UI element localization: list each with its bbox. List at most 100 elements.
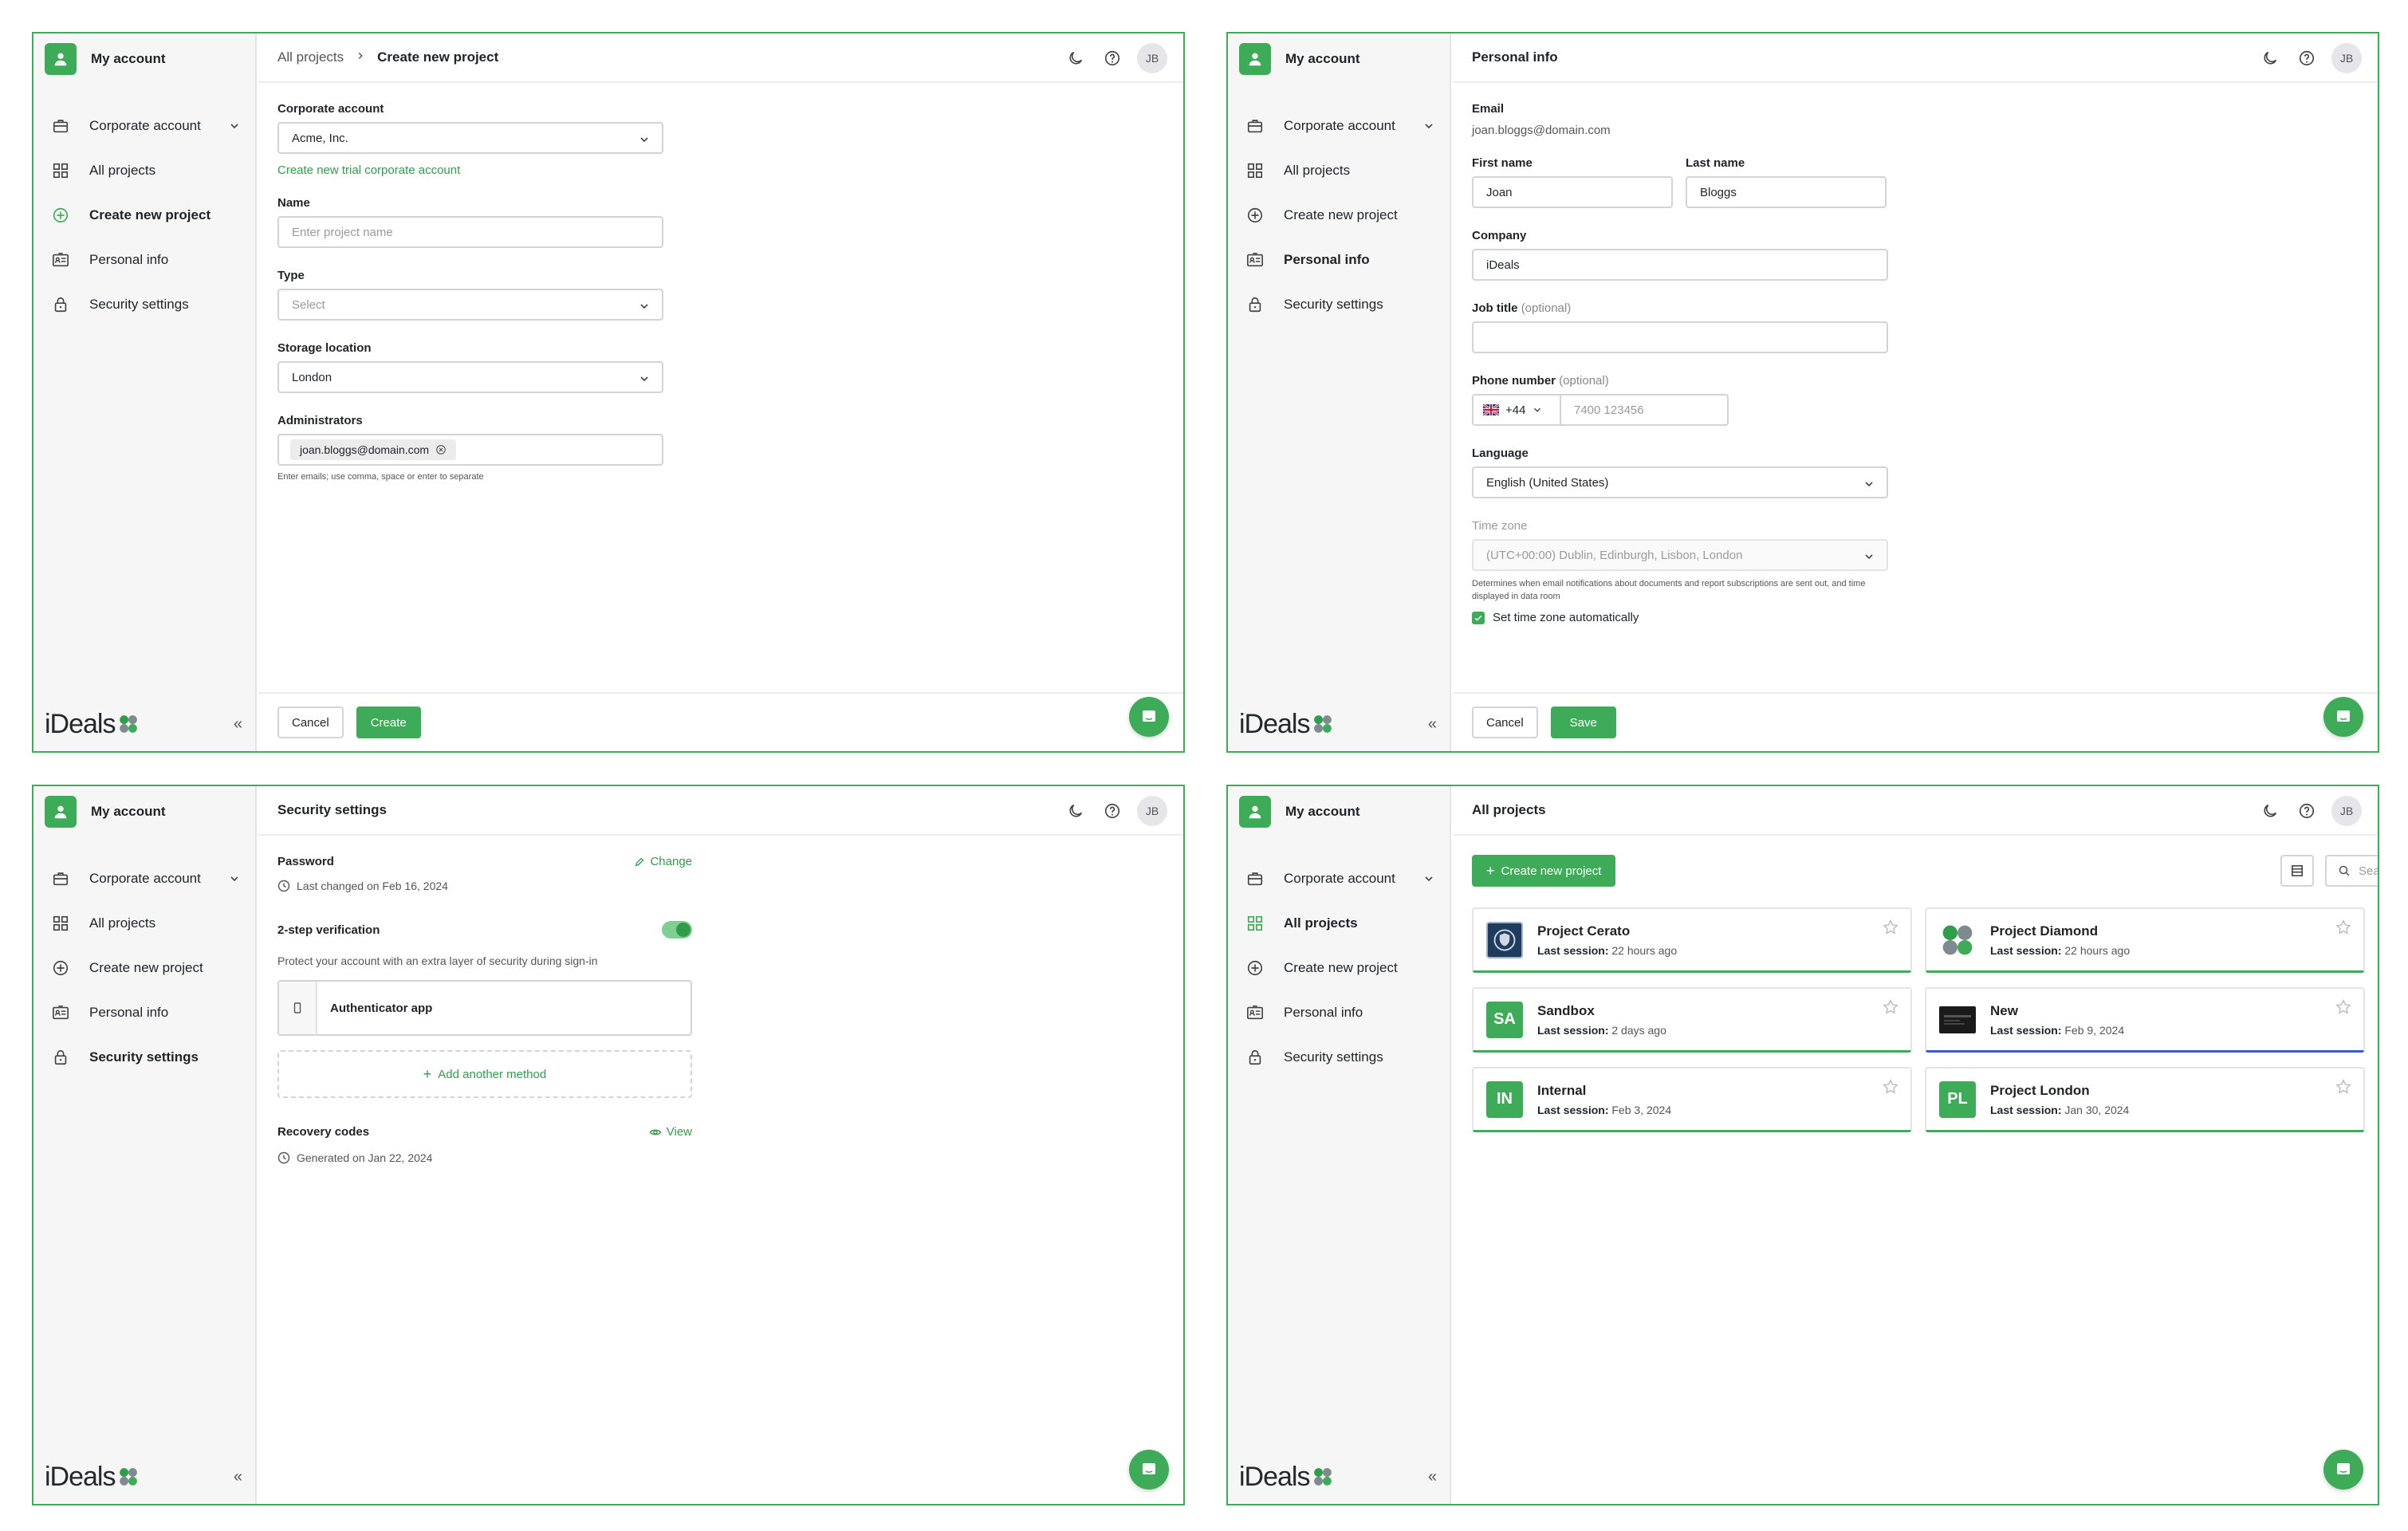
sidebar-item-all-projects[interactable]: All projects xyxy=(33,148,255,193)
sidebar-item-all-projects[interactable]: All projects xyxy=(1228,901,1450,946)
chat-button[interactable] xyxy=(2323,697,2363,737)
favorite-star-icon[interactable] xyxy=(2335,998,2352,1020)
project-card[interactable]: IN Internal Last session: Feb 3, 2024 xyxy=(1472,1067,1912,1132)
sidebar-item-label: Security settings xyxy=(89,297,189,312)
create-new-project-button[interactable]: + Create new project xyxy=(1472,855,1616,887)
chevron-down-icon[interactable] xyxy=(228,872,241,889)
create-trial-account-link[interactable]: Create new trial corporate account xyxy=(277,163,663,177)
chevron-down-icon[interactable] xyxy=(1422,120,1435,136)
grid-icon xyxy=(51,914,70,933)
chevron-down-icon[interactable] xyxy=(228,120,241,136)
dark-mode-moon-icon[interactable] xyxy=(1064,799,1088,823)
sidebar-title: My account xyxy=(1285,51,1360,66)
help-icon[interactable] xyxy=(1100,46,1124,70)
first-name-input[interactable]: Joan xyxy=(1472,176,1673,208)
project-card[interactable]: Project Diamond Last session: 22 hours ag… xyxy=(1925,907,2365,973)
storage-location-select[interactable]: London xyxy=(277,361,663,393)
sidebar-item-corporate-account[interactable]: Corporate account xyxy=(33,104,255,148)
dark-mode-moon-icon[interactable] xyxy=(1064,46,1088,70)
view-recovery-link[interactable]: View xyxy=(649,1125,692,1139)
dark-mode-moon-icon[interactable] xyxy=(2258,46,2282,70)
collapse-sidebar-button[interactable]: « xyxy=(1428,1468,1437,1486)
password-changed: Last changed on Feb 16, 2024 xyxy=(277,880,692,892)
page-title: Create new project xyxy=(377,49,499,65)
add-method-button[interactable]: + Add another method xyxy=(277,1050,692,1098)
cancel-button[interactable]: Cancel xyxy=(277,706,344,738)
save-button[interactable]: Save xyxy=(1550,706,1616,738)
favorite-star-icon[interactable] xyxy=(2335,1078,2352,1100)
collapse-sidebar-button[interactable]: « xyxy=(1428,715,1437,734)
help-icon[interactable] xyxy=(1100,799,1124,823)
project-info: Project London Last session: Jan 30, 2024 xyxy=(1990,1083,2129,1116)
sidebar-item-security-settings[interactable]: Security settings xyxy=(1228,1035,1450,1080)
sidebar-item-create-new-project[interactable]: Create new project xyxy=(33,946,255,990)
project-card[interactable]: SA Sandbox Last session: 2 days ago xyxy=(1472,987,1912,1053)
help-icon[interactable] xyxy=(2295,799,2319,823)
dark-mode-moon-icon[interactable] xyxy=(2258,799,2282,823)
id-card-icon xyxy=(51,1003,70,1022)
help-icon[interactable] xyxy=(2295,46,2319,70)
country-code-select[interactable]: +44 xyxy=(1472,394,1561,426)
topbar: All projects JB xyxy=(1453,786,2378,836)
company-input[interactable]: iDeals xyxy=(1472,249,1888,281)
sidebar-item-corporate-account[interactable]: Corporate account xyxy=(1228,856,1450,901)
sidebar-item-personal-info[interactable]: Personal info xyxy=(1228,990,1450,1035)
change-password-link[interactable]: Change xyxy=(634,855,692,868)
two-step-toggle[interactable] xyxy=(662,921,692,939)
project-card[interactable]: PL Project London Last session: Jan 30, 2… xyxy=(1925,1067,2365,1132)
favorite-star-icon[interactable] xyxy=(1882,998,1899,1020)
sidebar-item-security-settings[interactable]: Security settings xyxy=(33,282,255,327)
sidebar-item-all-projects[interactable]: All projects xyxy=(1228,148,1450,193)
sidebar-header: My account xyxy=(45,43,166,75)
project-name-input[interactable]: Enter project name xyxy=(277,216,663,248)
cancel-button[interactable]: Cancel xyxy=(1472,706,1538,738)
chat-button[interactable] xyxy=(1129,697,1169,737)
favorite-star-icon[interactable] xyxy=(1882,919,1899,940)
last-name-input[interactable]: Bloggs xyxy=(1686,176,1887,208)
sidebar-item-personal-info[interactable]: Personal info xyxy=(1228,238,1450,282)
collapse-sidebar-button[interactable]: « xyxy=(234,1468,242,1486)
sidebar-item-corporate-account[interactable]: Corporate account xyxy=(33,856,255,901)
sidebar-item-label: All projects xyxy=(1284,915,1358,931)
chevron-down-icon[interactable] xyxy=(1422,872,1435,889)
create-button[interactable]: Create xyxy=(356,706,421,738)
two-step-label: 2-step verification xyxy=(277,923,380,937)
language-select[interactable]: English (United States) xyxy=(1472,466,1888,498)
list-view-button[interactable] xyxy=(2280,855,2314,887)
sidebar-item-corporate-account[interactable]: Corporate account xyxy=(1228,104,1450,148)
chat-button[interactable] xyxy=(2323,1450,2363,1490)
avatar[interactable]: JB xyxy=(1137,796,1167,826)
auto-timezone-row[interactable]: Set time zone automatically xyxy=(1472,611,1888,624)
project-card[interactable]: Project Cerato Last session: 22 hours ago xyxy=(1472,907,1912,973)
phone-number-input[interactable]: 7400 123456 xyxy=(1561,394,1729,426)
avatar[interactable]: JB xyxy=(2331,43,2362,73)
sidebar-item-create-new-project[interactable]: Create new project xyxy=(1228,193,1450,238)
chat-button[interactable] xyxy=(1129,1450,1169,1490)
authenticator-method[interactable]: Authenticator app xyxy=(277,980,692,1036)
sidebar-item-all-projects[interactable]: All projects xyxy=(33,901,255,946)
avatar[interactable]: JB xyxy=(2331,796,2362,826)
sidebar-item-personal-info[interactable]: Personal info xyxy=(33,238,255,282)
favorite-star-icon[interactable] xyxy=(2335,919,2352,940)
sidebar-item-create-new-project[interactable]: Create new project xyxy=(33,193,255,238)
job-title-label: Job title (optional) xyxy=(1472,301,1888,315)
remove-chip-icon[interactable] xyxy=(435,444,447,455)
project-card[interactable]: New Last session: Feb 9, 2024 xyxy=(1925,987,2365,1053)
job-title-input[interactable] xyxy=(1472,321,1888,353)
avatar[interactable]: JB xyxy=(1137,43,1167,73)
administrators-input[interactable]: joan.bloggs@domain.com xyxy=(277,434,663,466)
search-input[interactable]: Search for project xyxy=(2325,855,2378,887)
sidebar-item-personal-info[interactable]: Personal info xyxy=(33,990,255,1035)
type-select[interactable]: Select xyxy=(277,289,663,321)
favorite-star-icon[interactable] xyxy=(1882,1078,1899,1100)
sidebar-item-security-settings[interactable]: Security settings xyxy=(33,1035,255,1080)
ideals-logo: iDeals xyxy=(45,709,139,740)
sidebar-item-label: All projects xyxy=(89,163,156,178)
sidebar-item-create-new-project[interactable]: Create new project xyxy=(1228,946,1450,990)
auto-timezone-checkbox[interactable] xyxy=(1472,611,1485,624)
corporate-account-select[interactable]: Acme, Inc. xyxy=(277,122,663,154)
collapse-sidebar-button[interactable]: « xyxy=(234,715,242,734)
breadcrumb-all-projects[interactable]: All projects xyxy=(277,49,344,65)
sidebar-item-security-settings[interactable]: Security settings xyxy=(1228,282,1450,327)
create-project-panel: My account Corporate account All project… xyxy=(32,32,1185,753)
